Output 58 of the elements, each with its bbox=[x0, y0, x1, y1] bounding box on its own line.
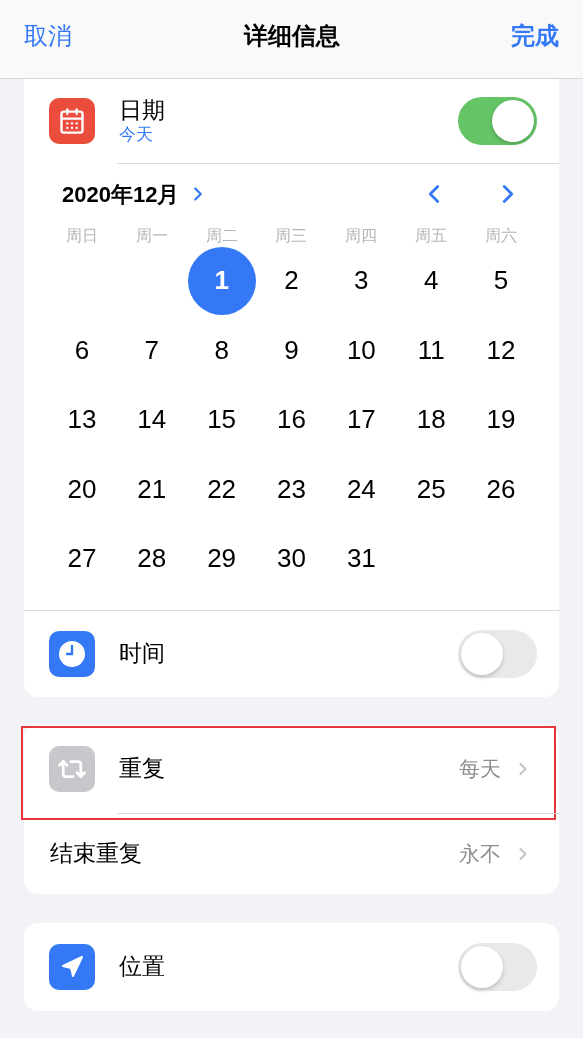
calendar-day[interactable]: 22 bbox=[187, 455, 256, 524]
weekday-label: 周四 bbox=[344, 226, 379, 246]
row-value: 永不 bbox=[459, 840, 501, 867]
calendar-day[interactable]: 31 bbox=[327, 524, 396, 593]
toggle-switch[interactable] bbox=[458, 629, 537, 678]
calendar-day[interactable]: 7 bbox=[117, 316, 186, 385]
calendar-day[interactable]: 16 bbox=[257, 385, 326, 454]
time-label: 时间 bbox=[119, 639, 166, 669]
calendar-day[interactable]: 17 bbox=[327, 385, 396, 454]
calendar-day[interactable]: 10 bbox=[327, 316, 396, 385]
window-title: 详细信息 bbox=[243, 21, 340, 51]
calendar-day[interactable]: 9 bbox=[257, 316, 326, 385]
calendar-day[interactable]: 28 bbox=[117, 524, 186, 593]
settings-row[interactable]: 结束重复 永不 bbox=[24, 813, 559, 894]
calendar-day[interactable]: 2 bbox=[257, 246, 326, 315]
date-label: 日期 bbox=[119, 96, 166, 124]
weekday-label: 周五 bbox=[414, 226, 449, 246]
location-label: 位置 bbox=[119, 952, 166, 982]
calendar-day[interactable]: 24 bbox=[327, 455, 396, 524]
settings-row[interactable]: 重复 每天 bbox=[24, 724, 559, 813]
calendar-day[interactable]: 1 bbox=[187, 246, 256, 315]
weekday-label: 周三 bbox=[274, 226, 309, 246]
calendar-day[interactable]: 25 bbox=[397, 455, 466, 524]
calendar-day[interactable]: 18 bbox=[397, 385, 466, 454]
calendar-day[interactable]: 3 bbox=[327, 246, 396, 315]
calendar-day[interactable]: 6 bbox=[47, 316, 116, 385]
row-label: 结束重复 bbox=[50, 839, 143, 869]
calendar-day[interactable]: 19 bbox=[467, 385, 536, 454]
toggle-switch[interactable] bbox=[458, 942, 537, 991]
weekday-label: 周一 bbox=[134, 226, 169, 246]
toggle-switch[interactable] bbox=[458, 97, 537, 145]
repeat-icon bbox=[49, 745, 95, 792]
done-button[interactable]: 完成 bbox=[511, 18, 559, 54]
calendar-day[interactable]: 11 bbox=[397, 316, 466, 385]
calendar-day[interactable]: 30 bbox=[257, 524, 326, 593]
calendar-day[interactable]: 4 bbox=[397, 246, 466, 315]
calendar-day[interactable]: 5 bbox=[467, 246, 536, 315]
calendar-day[interactable]: 23 bbox=[257, 455, 326, 524]
calendar-day[interactable]: 14 bbox=[117, 385, 186, 454]
cancel-button[interactable]: 取消 bbox=[24, 18, 72, 54]
clock-icon bbox=[49, 630, 95, 677]
calendar-day[interactable]: 20 bbox=[47, 455, 116, 524]
calendar-day[interactable]: 27 bbox=[47, 524, 116, 593]
calendar-day[interactable]: 8 bbox=[187, 316, 256, 385]
calendar-day[interactable]: 21 bbox=[117, 455, 186, 524]
weekday-label: 周六 bbox=[484, 226, 519, 246]
row-value: 每天 bbox=[459, 755, 501, 782]
calendar-day[interactable]: 13 bbox=[47, 385, 116, 454]
calendar-icon bbox=[49, 98, 95, 144]
month-picker[interactable]: 2020年12月 bbox=[62, 177, 210, 211]
weekday-label: 周日 bbox=[64, 226, 99, 246]
date-value: 今天 bbox=[119, 124, 154, 146]
calendar-day[interactable]: 26 bbox=[467, 455, 536, 524]
calendar-day[interactable]: 29 bbox=[187, 524, 256, 593]
row-label: 重复 bbox=[119, 754, 166, 784]
weekday-label: 周二 bbox=[204, 226, 239, 246]
calendar-day[interactable]: 15 bbox=[187, 385, 256, 454]
calendar-day[interactable]: 12 bbox=[467, 316, 536, 385]
